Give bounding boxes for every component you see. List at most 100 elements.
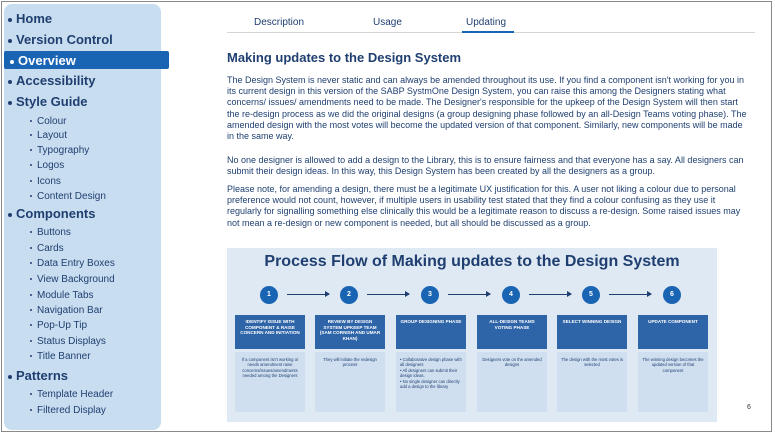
- nav-sub-content-design[interactable]: Content Design: [30, 191, 106, 202]
- paragraph-1: The Design System is never static and ca…: [227, 75, 747, 142]
- nav-sub-layout[interactable]: Layout: [30, 130, 67, 141]
- bullet-icon: [30, 409, 32, 412]
- bullet-icon: [30, 262, 32, 265]
- nav-sub-navigation-bar[interactable]: Navigation Bar: [30, 305, 103, 316]
- nav-sub-label: Content Design: [37, 191, 106, 202]
- nav-label: Home: [16, 11, 53, 26]
- bullet-icon: [30, 195, 32, 198]
- step-description-4: Designers vote on the amended designs: [477, 352, 547, 412]
- bullet-icon: [30, 134, 32, 137]
- nav-overview[interactable]: Overview: [10, 53, 76, 68]
- step-heading-3: GROUP DESIGNING PHASE: [396, 315, 466, 349]
- arrow-right-icon: [529, 291, 572, 297]
- nav-style-guide[interactable]: Style Guide: [8, 94, 88, 109]
- nav-sub-filtered-display[interactable]: Filtered Display: [30, 405, 106, 416]
- bullet-icon: [30, 164, 32, 167]
- nav-sub-data-entry-boxes[interactable]: Data Entry Boxes: [30, 258, 115, 269]
- nav-components[interactable]: Components: [8, 206, 95, 221]
- nav-sub-label: Filtered Display: [37, 405, 106, 416]
- nav-accessibility[interactable]: Accessibility: [8, 73, 96, 88]
- nav-label: Style Guide: [16, 94, 88, 109]
- arrow-right-icon: [287, 291, 330, 297]
- step-description-3: • Collaborative design phase with all de…: [396, 352, 466, 412]
- nav-sub-status-displays[interactable]: Status Displays: [30, 336, 106, 347]
- list-item-text: All designers can submit their design id…: [400, 367, 458, 379]
- bullet-icon: [8, 212, 12, 217]
- list-item: • Collaborative design phase with all de…: [400, 357, 462, 368]
- step-number-3: 3: [421, 286, 439, 304]
- step-description-6: The winning design becomes the updated v…: [638, 352, 708, 412]
- nav-sub-title-banner[interactable]: Title Banner: [30, 351, 91, 362]
- paragraph-3: Please note, for amending a design, ther…: [227, 184, 741, 228]
- step-heading-4: ALL-DESIGN TEAMS VOTING PHASE: [477, 315, 547, 349]
- nav-sub-label: Title Banner: [37, 351, 91, 362]
- bullet-icon: [30, 278, 32, 281]
- nav-sub-label: Navigation Bar: [37, 305, 103, 316]
- nav-sub-label: Layout: [37, 130, 68, 141]
- arrow-right-icon: [367, 291, 410, 297]
- bullet-icon: [30, 180, 32, 183]
- nav-sub-label: View Background: [37, 274, 115, 285]
- step-number-4: 4: [502, 286, 520, 304]
- nav-sub-label: Module Tabs: [37, 290, 94, 301]
- bullet-icon: [30, 355, 32, 358]
- step-description-1: If a component isn't working or needs am…: [235, 352, 305, 412]
- nav-label: Accessibility: [16, 73, 96, 88]
- nav-label: Patterns: [16, 368, 69, 383]
- bullet-icon: [8, 100, 12, 105]
- tab-description[interactable]: Description: [254, 17, 304, 28]
- bullet-icon: [30, 294, 32, 297]
- arrow-right-icon: [448, 291, 491, 297]
- nav-label: Version Control: [16, 32, 113, 47]
- nav-sub-label: Typography: [37, 145, 90, 156]
- step-description-5: The design with the most votes is select…: [557, 352, 627, 412]
- nav-sub-label: Colour: [37, 116, 67, 127]
- page-number: 6: [747, 404, 751, 411]
- bullet-icon: [30, 340, 32, 343]
- tab-active-indicator: [462, 31, 514, 33]
- nav-sub-logos[interactable]: Logos: [30, 160, 64, 171]
- step-description-2: They will initiate the redesign process: [315, 352, 385, 412]
- tab-updating[interactable]: Updating: [466, 17, 506, 28]
- nav-home[interactable]: Home: [8, 11, 52, 26]
- nav-sub-label: Data Entry Boxes: [37, 258, 115, 269]
- list-item-text: Collaborative design phase with all desi…: [400, 357, 462, 368]
- diagram-title: Process Flow of Making updates to the De…: [264, 253, 680, 270]
- bullet-icon: [8, 79, 12, 84]
- list-item-text: No single designer can directly add a de…: [400, 378, 460, 390]
- step-number-6: 6: [663, 286, 681, 304]
- nav-sub-label: Template Header: [37, 389, 114, 400]
- page-title: Making updates to the Design System: [227, 50, 462, 65]
- nav-sub-label: Logos: [37, 160, 65, 171]
- nav-sub-buttons[interactable]: Buttons: [30, 227, 71, 238]
- step-heading-2: REVIEW BY DESIGN SYSTEM UPKEEP TEAM (SAM…: [315, 315, 385, 349]
- bullet-icon: [30, 393, 32, 396]
- nav-sub-label: Icons: [37, 176, 61, 187]
- bullet-icon: [30, 120, 32, 123]
- nav-patterns[interactable]: Patterns: [8, 368, 68, 383]
- nav-sub-typography[interactable]: Typography: [30, 145, 89, 156]
- step-heading-5: SELECT WINNING DESIGN: [557, 315, 627, 349]
- bullet-icon: [8, 38, 12, 43]
- nav-sub-icons[interactable]: Icons: [30, 176, 61, 187]
- step-heading-1: IDENTIFY ISSUE WITH COMPONENT & RAISE CO…: [235, 315, 305, 349]
- bullet-icon: [30, 149, 32, 152]
- nav-sub-colour[interactable]: Colour: [30, 116, 66, 127]
- nav-version-control[interactable]: Version Control: [8, 32, 113, 47]
- bullet-icon: [30, 231, 32, 234]
- nav-sub-module-tabs[interactable]: Module Tabs: [30, 290, 94, 301]
- process-flow-diagram: Process Flow of Making updates to the De…: [227, 248, 717, 422]
- list-item: • No single designer can directly add a …: [400, 378, 460, 390]
- bullet-icon: [30, 247, 32, 250]
- step-number-5: 5: [582, 286, 600, 304]
- nav-label: Components: [16, 206, 96, 221]
- nav-sub-template-header[interactable]: Template Header: [30, 389, 113, 400]
- arrow-right-icon: [609, 291, 652, 297]
- nav-sub-view-background[interactable]: View Background: [30, 274, 115, 285]
- nav-label: Overview: [18, 53, 76, 68]
- paragraph-2: No one designer is allowed to add a desi…: [227, 155, 744, 177]
- nav-sub-cards[interactable]: Cards: [30, 243, 64, 254]
- list-item: • All designers can submit their design …: [400, 367, 458, 379]
- tab-usage[interactable]: Usage: [373, 17, 402, 28]
- nav-sub-pop-up-tip[interactable]: Pop-Up Tip: [30, 320, 87, 331]
